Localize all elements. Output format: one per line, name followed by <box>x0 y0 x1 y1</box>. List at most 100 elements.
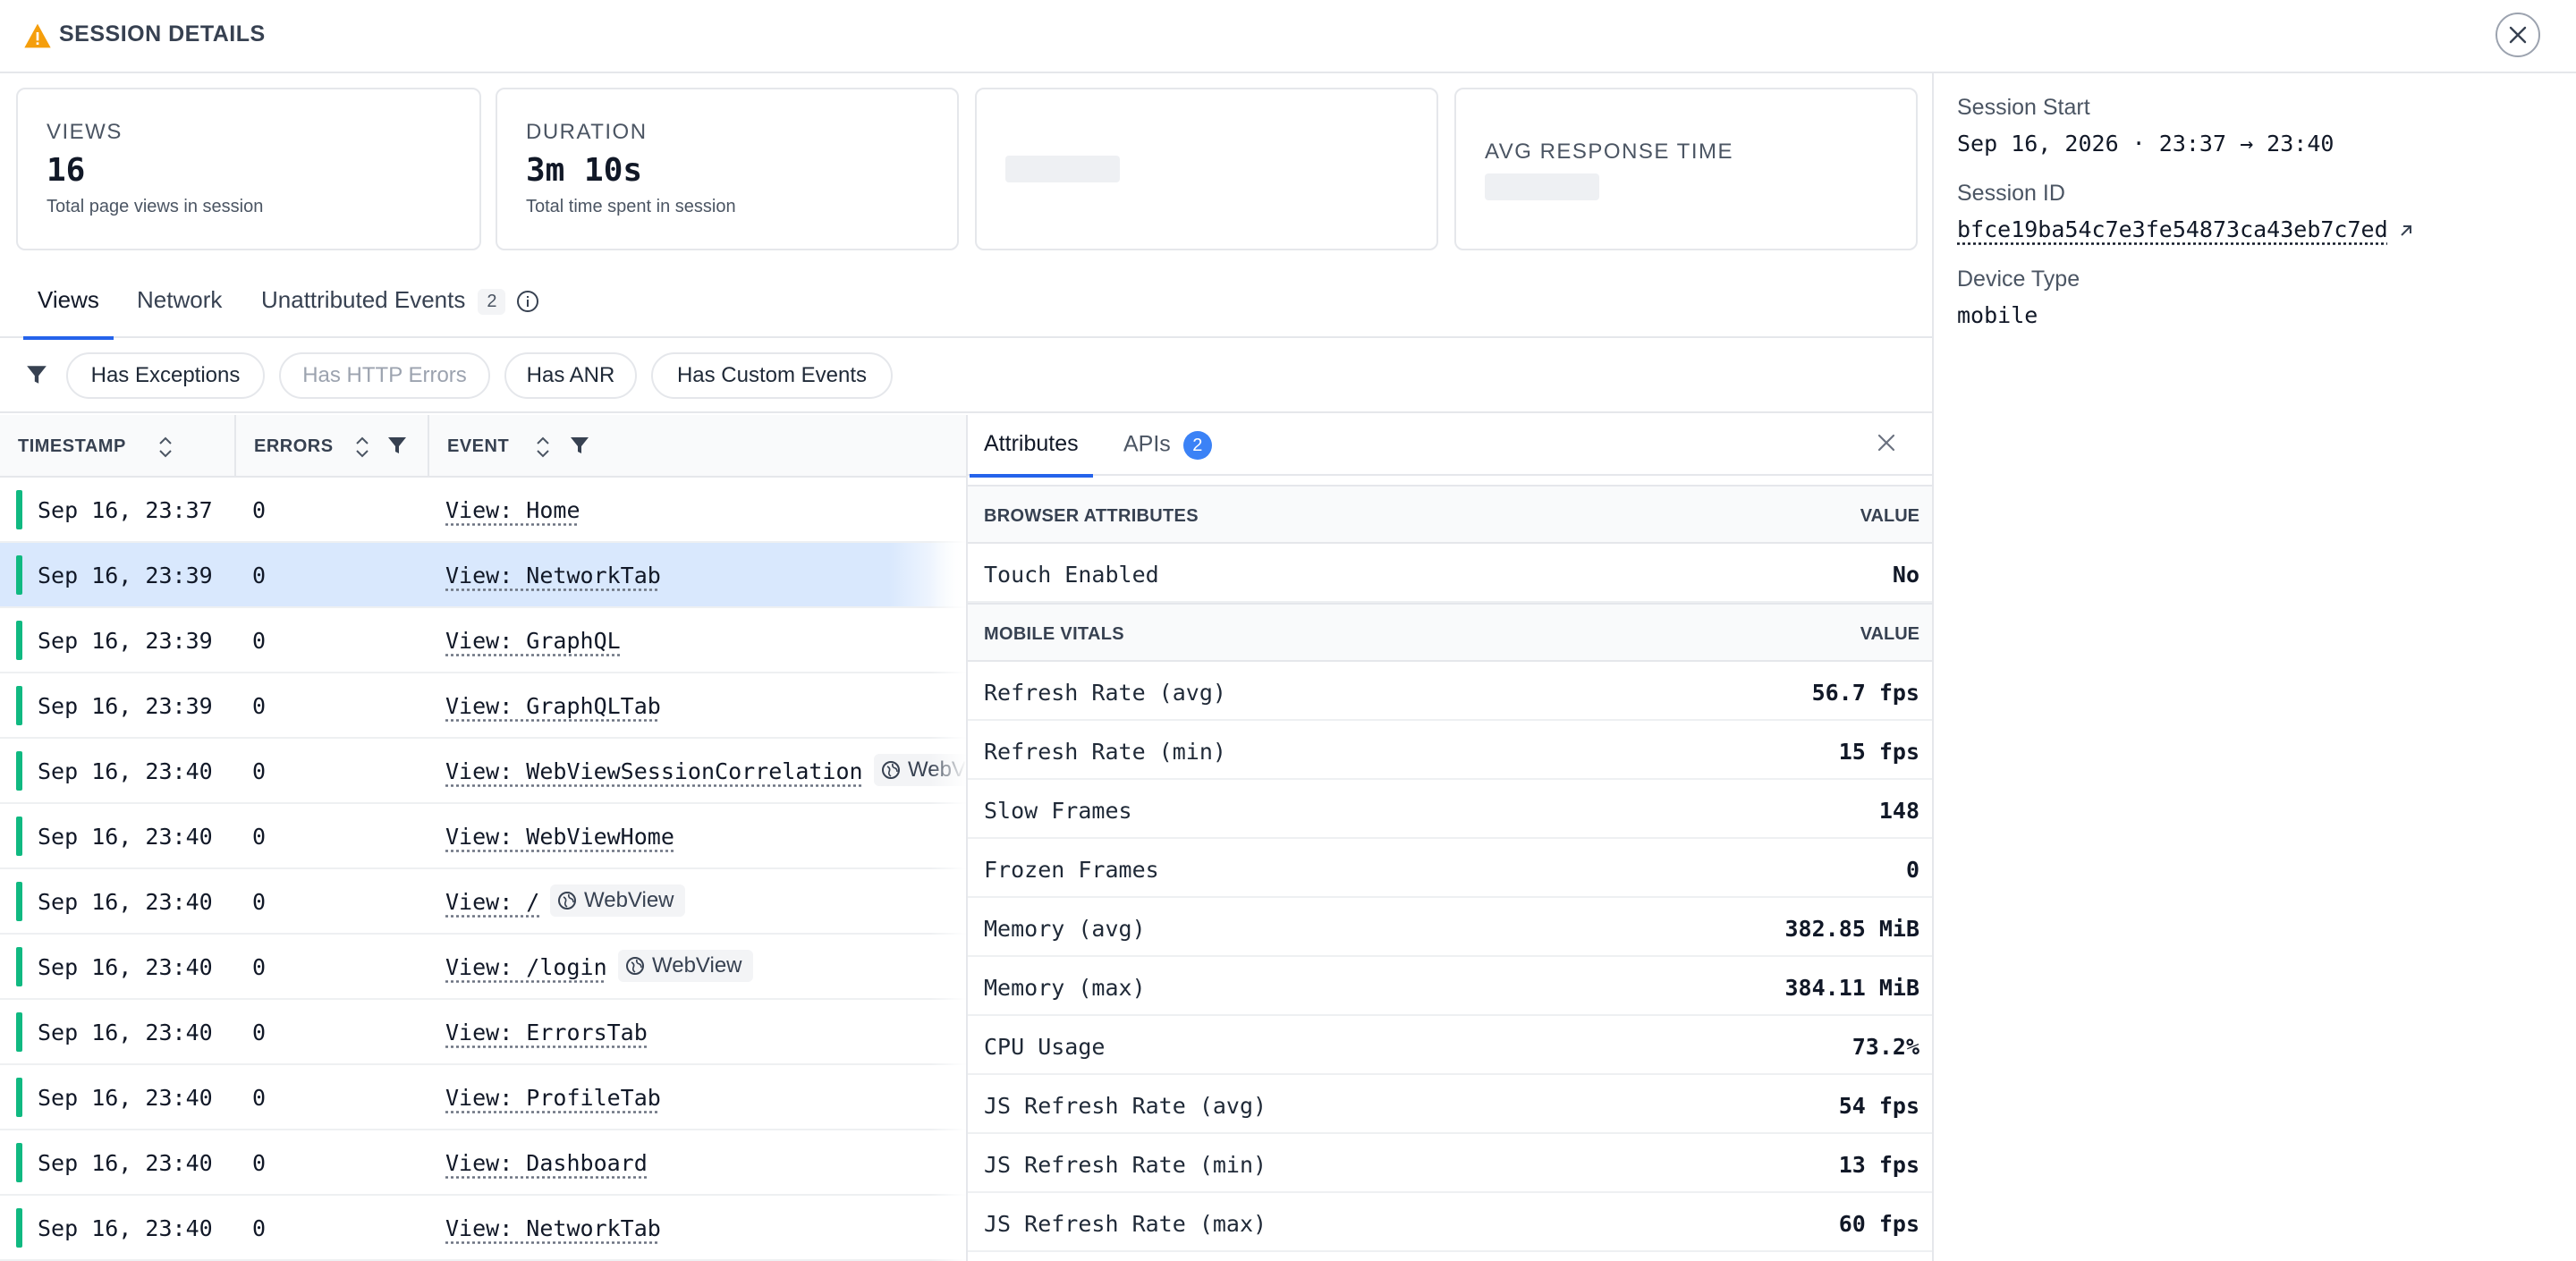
attribute-value: 73.2% <box>1852 1034 1919 1060</box>
table-row[interactable]: Sep 16, 23:40 0 View: ErrorsTab <box>0 1000 966 1065</box>
attribute-value: 60 fps <box>1838 1211 1919 1237</box>
attribute-row: Refresh Rate (min) 15 fps <box>968 721 1932 780</box>
column-timestamp[interactable]: TIMESTAMP <box>18 415 126 478</box>
row-event-link[interactable]: View: WebViewHome <box>445 824 674 850</box>
filter-icon[interactable] <box>386 435 408 456</box>
session-start-value: Sep 16, 2026 · 23:37 → 23:40 <box>1957 131 2334 157</box>
tab-label: Unattributed Events <box>261 286 466 313</box>
metric-card-avg-response: AVG RESPONSE TIME <box>1454 88 1918 250</box>
metric-title: DURATION <box>526 120 648 144</box>
row-event-link[interactable]: View: GraphQL <box>445 628 621 654</box>
metric-title: VIEWS <box>47 120 123 144</box>
attribute-value: 382.85 MiB <box>1784 916 1919 942</box>
tab-apis[interactable]: APIs 2 <box>1123 431 1212 476</box>
column-label: EVENT <box>447 436 510 456</box>
table-row[interactable]: Sep 16, 23:40 0 View: NetworkTab <box>0 1196 966 1261</box>
close-modal-button[interactable] <box>2496 13 2540 57</box>
row-event-link[interactable]: View: ErrorsTab <box>445 1020 648 1045</box>
table-row[interactable]: Sep 16, 23:40 0 View: WebViewSessionCorrel… <box>0 739 966 804</box>
value-column-header: VALUE <box>1860 506 1919 526</box>
session-info-panel: Session Start Sep 16, 2026 · 23:37 → 23:… <box>1932 73 2576 1261</box>
attribute-section-header: BROWSER ATTRIBUTES VALUE <box>968 485 1932 544</box>
table-row[interactable]: Sep 16, 23:40 0 View: /login WebView <box>0 935 966 1000</box>
row-event-link[interactable]: View: GraphQLTab <box>445 693 661 719</box>
column-event[interactable]: EVENT <box>447 415 509 478</box>
attributes-panel: Attributes APIs 2 BROWSER ATTRIBUTES VALUE… <box>966 415 1932 1261</box>
row-errors: 0 <box>252 497 267 523</box>
row-event-link[interactable]: View: ProfileTab <box>445 1085 661 1111</box>
apis-count-badge: 2 <box>1182 431 1212 460</box>
row-event-link[interactable]: View: /login <box>445 954 607 980</box>
table-row[interactable]: Sep 16, 23:40 0 View: ProfileTab <box>0 1065 966 1130</box>
globe-icon <box>626 957 644 975</box>
filter-icon[interactable] <box>569 435 590 456</box>
loading-skeleton <box>1485 173 1599 200</box>
table-row[interactable]: Sep 16, 23:40 0 View: WebViewHome <box>0 804 966 869</box>
attribute-row: Refresh Rate (avg) 56.7 fps <box>968 662 1932 721</box>
status-indicator <box>16 1143 22 1182</box>
modal-header: SESSION DETAILS <box>0 0 2576 73</box>
row-event-link[interactable]: View: NetworkTab <box>445 563 661 588</box>
attributes-panel-header: Attributes APIs 2 <box>968 415 1932 478</box>
attribute-row: Memory (max) 384.11 MiB <box>968 957 1932 1016</box>
table-row[interactable]: Sep 16, 23:40 0 View: Dashboard <box>0 1130 966 1196</box>
attribute-row: CPU Usage 73.2% <box>968 1016 1932 1075</box>
row-errors: 0 <box>252 824 267 850</box>
row-timestamp: Sep 16, 23:37 <box>38 497 213 523</box>
row-event-link[interactable]: View: NetworkTab <box>445 1215 661 1241</box>
tag-label: WebView <box>652 953 742 977</box>
metric-card-loading <box>975 88 1438 250</box>
close-icon <box>2509 26 2527 44</box>
row-errors: 0 <box>252 1020 267 1045</box>
table-header: TIMESTAMP ERRORS EVENT <box>0 415 966 478</box>
table-row[interactable]: Sep 16, 23:39 0 View: GraphQLTab <box>0 673 966 739</box>
status-indicator <box>16 555 22 595</box>
close-panel-icon[interactable] <box>1877 433 1896 453</box>
table-row[interactable]: Sep 16, 23:39 0 View: GraphQL <box>0 608 966 673</box>
row-event-link[interactable]: View: / <box>445 889 539 915</box>
attribute-row: JS Refresh Rate (max) 60 fps <box>968 1193 1932 1252</box>
info-icon[interactable] <box>516 290 539 313</box>
filter-chip-http-errors[interactable]: Has HTTP Errors <box>279 352 490 399</box>
column-errors[interactable]: ERRORS <box>254 415 334 478</box>
filter-chip-anr[interactable]: Has ANR <box>504 352 637 399</box>
tab-attributes[interactable]: Attributes <box>970 431 1093 478</box>
status-indicator <box>16 490 22 529</box>
value-column-header: VALUE <box>1860 624 1919 644</box>
session-id-link[interactable]: bfce19ba54c7e3fe54873ca43eb7c7ed <box>1957 216 2388 242</box>
tab-label: Attributes <box>984 431 1079 456</box>
row-event-link[interactable]: View: WebViewSessionCorrelation <box>445 758 863 784</box>
row-errors: 0 <box>252 1215 267 1241</box>
tab-network[interactable]: Network <box>137 286 222 338</box>
row-timestamp: Sep 16, 23:40 <box>38 889 213 915</box>
table-row[interactable]: Sep 16, 23:40 0 View: / WebView <box>0 869 966 935</box>
device-type-label: Device Type <box>1957 267 2080 292</box>
tab-label: APIs <box>1123 431 1171 457</box>
attribute-value: 13 fps <box>1838 1152 1919 1178</box>
filter-chip-custom-events[interactable]: Has Custom Events <box>651 352 893 399</box>
tab-unattributed-events[interactable]: Unattributed Events 2 <box>261 286 539 338</box>
metric-value: 16 <box>47 152 86 189</box>
sort-icon[interactable] <box>157 435 174 460</box>
filter-bar: Has Exceptions Has HTTP Errors Has ANR H… <box>0 340 1932 413</box>
sort-icon[interactable] <box>535 435 551 460</box>
row-event-link[interactable]: View: Dashboard <box>445 1150 648 1176</box>
tab-views[interactable]: Views <box>23 286 114 340</box>
attribute-value: 54 fps <box>1838 1093 1919 1119</box>
attribute-key: Memory (avg) <box>984 916 1146 942</box>
attribute-row: Frozen Frames 0 <box>968 839 1932 898</box>
table-row[interactable]: Sep 16, 23:39 0 View: NetworkTab <box>0 543 966 608</box>
table-fade <box>930 478 966 1261</box>
attribute-row: Touch Enabled No <box>968 544 1932 603</box>
attribute-value: No <box>1892 562 1919 588</box>
globe-icon <box>558 892 576 910</box>
sort-icon[interactable] <box>354 435 370 460</box>
filter-chip-exceptions[interactable]: Has Exceptions <box>66 352 265 399</box>
row-event-link[interactable]: View: Home <box>445 497 580 523</box>
tab-label: Network <box>137 286 223 313</box>
session-start-label: Session Start <box>1957 95 2090 120</box>
table-row[interactable]: Sep 16, 23:37 0 View: Home <box>0 478 966 543</box>
attribute-key: CPU Usage <box>984 1034 1106 1060</box>
external-link-icon[interactable] <box>2397 222 2415 240</box>
row-timestamp: Sep 16, 23:39 <box>38 563 213 588</box>
